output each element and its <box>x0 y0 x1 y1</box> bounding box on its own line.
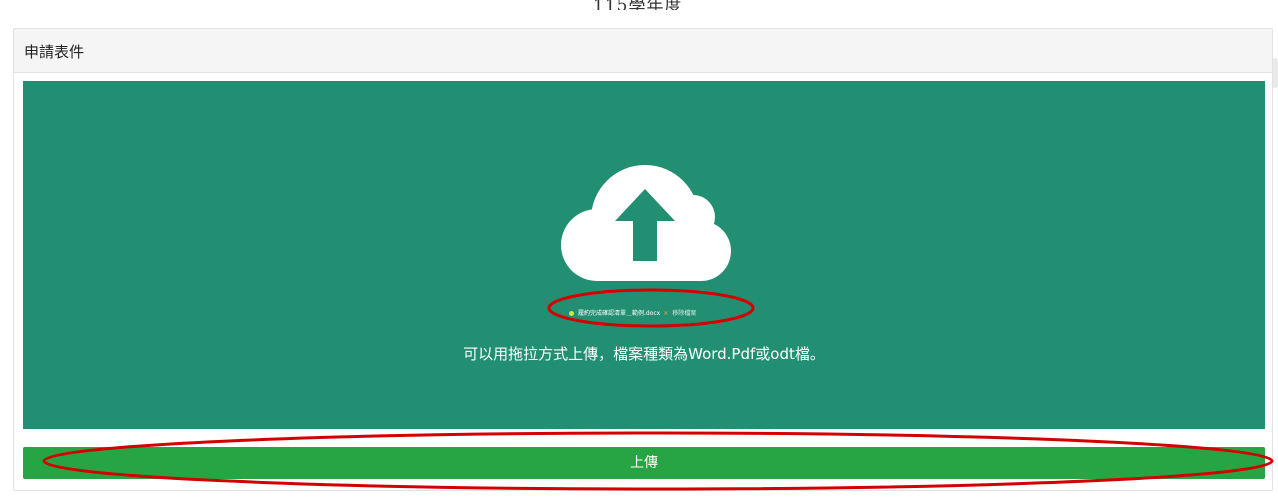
cloud-upload-icon <box>561 165 731 281</box>
application-forms-panel: 申請表件 履約完成確認清單＿範例.docx × 移除檔案 可以用拖拉方式上傳，檔案種… <box>13 28 1273 491</box>
remove-file-link[interactable]: 移除檔案 <box>672 310 696 317</box>
panel-header: 申請表件 <box>14 29 1272 73</box>
year-heading: 115學年度 <box>593 0 683 10</box>
panel-title: 申請表件 <box>24 43 85 61</box>
upload-hint: 可以用拖拉方式上傳，檔案種類為Word.Pdf或odt檔。 <box>463 345 825 363</box>
file-dot-icon <box>569 311 574 316</box>
top-cut-heading: 115學年度 <box>0 0 1278 10</box>
uploaded-file-item: 履約完成確認清單＿範例.docx × 移除檔案 <box>569 309 719 319</box>
upload-button[interactable]: 上傳 <box>23 447 1265 479</box>
file-name: 履約完成確認清單＿範例.docx <box>578 310 661 317</box>
remove-icon[interactable]: × <box>663 310 668 317</box>
file-dropzone[interactable]: 履約完成確認清單＿範例.docx × 移除檔案 可以用拖拉方式上傳，檔案種類為Wor… <box>23 81 1265 429</box>
